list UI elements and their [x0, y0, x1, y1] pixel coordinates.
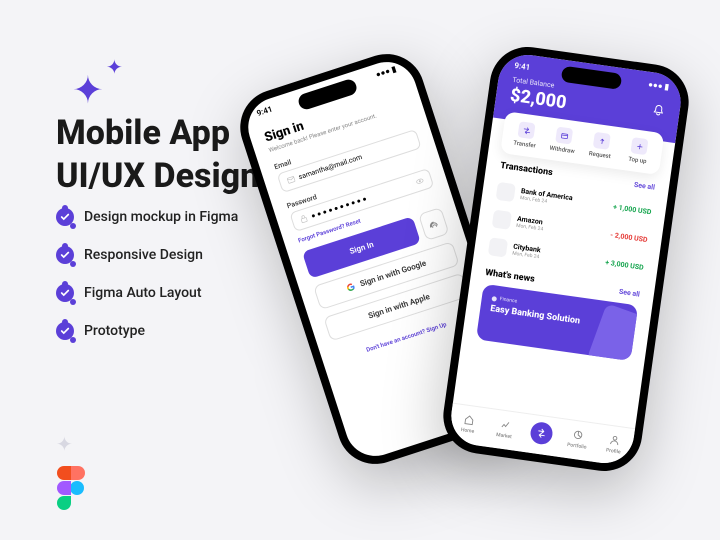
- portfolio-icon: [571, 427, 587, 443]
- nav-label: Home: [449, 425, 486, 436]
- txn-amount: - 2,000 USD: [610, 231, 648, 244]
- status-icons: ●●● ▮: [648, 80, 670, 92]
- bottom-nav: Home Market Portfolio Profile: [447, 403, 635, 467]
- mail-icon: [286, 175, 296, 185]
- market-icon: [498, 416, 514, 432]
- feature-label: Figma Auto Layout: [84, 285, 202, 301]
- feature-item: Figma Auto Layout: [56, 284, 238, 302]
- nav-label: Market: [485, 431, 522, 442]
- home-icon: [461, 411, 477, 427]
- lock-icon: [299, 214, 309, 224]
- request-icon: [593, 132, 611, 150]
- nav-profile[interactable]: Profile: [594, 430, 634, 459]
- action-topup[interactable]: Top up: [618, 136, 659, 167]
- biometric-button[interactable]: [418, 207, 449, 241]
- merchant-icon: [488, 237, 508, 257]
- action-label: Withdraw: [543, 144, 582, 156]
- check-badge-icon: [56, 246, 74, 264]
- action-label: Transfer: [505, 139, 544, 151]
- apple-button-label: Sign in with Apple: [367, 292, 431, 320]
- feature-item: Design mockup in Figma: [56, 208, 238, 226]
- signup-link[interactable]: Sign Up: [426, 321, 448, 334]
- figma-logo-icon: [56, 466, 86, 510]
- check-badge-icon: [56, 322, 74, 340]
- bell-icon[interactable]: [651, 103, 667, 119]
- profile-icon: [607, 432, 623, 448]
- feature-list: Design mockup in Figma Responsive Design…: [56, 208, 238, 360]
- transfer-icon: [517, 121, 535, 139]
- action-withdraw[interactable]: Withdraw: [543, 125, 584, 156]
- phone-mockup-dashboard: 9:41 ●●● ▮ Total Balance $2,000 Transfer…: [438, 42, 693, 476]
- nav-center[interactable]: [521, 420, 561, 449]
- feature-label: Design mockup in Figma: [84, 209, 238, 225]
- page-title: Mobile App UI/UX Design: [56, 112, 259, 197]
- nav-label: Portfolio: [558, 441, 595, 452]
- google-button-label: Sign in with Google: [359, 259, 427, 289]
- reset-link[interactable]: Reset: [345, 218, 362, 229]
- sparkle-icon: ✦: [72, 68, 104, 113]
- seeall-link[interactable]: See all: [618, 288, 640, 299]
- google-icon: [346, 281, 357, 292]
- phone-mockups: 9:41 ●●● ▮ Sign in Welcome back! Please …: [296, 44, 696, 504]
- topup-icon: [630, 137, 648, 155]
- action-request[interactable]: Request: [580, 130, 621, 161]
- news-title: What's news: [485, 268, 536, 285]
- nav-home[interactable]: Home: [449, 410, 489, 439]
- transactions-title: Transactions: [500, 161, 554, 178]
- merchant-icon: [492, 210, 512, 230]
- txn-amount: + 1,000 USD: [613, 203, 652, 216]
- nav-label: Profile: [595, 446, 632, 457]
- feature-item: Responsive Design: [56, 246, 238, 264]
- feature-label: Responsive Design: [84, 247, 203, 263]
- status-time: 9:41: [514, 61, 531, 72]
- withdraw-icon: [555, 127, 573, 145]
- action-label: Request: [580, 149, 619, 161]
- heading-line: Mobile App: [56, 113, 230, 153]
- action-transfer[interactable]: Transfer: [505, 120, 546, 151]
- eye-icon[interactable]: [415, 176, 425, 186]
- merchant-icon: [496, 182, 516, 202]
- check-badge-icon: [56, 284, 74, 302]
- signup-text: Don't have an account?: [365, 328, 427, 354]
- sparkle-icon: ✦: [106, 55, 123, 79]
- heading-line: UI/UX Design: [56, 156, 259, 196]
- nav-portfolio[interactable]: Portfolio: [558, 425, 598, 454]
- nav-market[interactable]: Market: [485, 415, 525, 444]
- sparkle-icon: ✦: [56, 432, 73, 456]
- swap-icon: [529, 421, 554, 446]
- check-badge-icon: [56, 208, 74, 226]
- feature-label: Prototype: [84, 323, 145, 339]
- action-label: Top up: [618, 154, 657, 166]
- txn-amount: + 3,000 USD: [605, 259, 644, 272]
- seeall-link[interactable]: See all: [633, 181, 655, 192]
- fingerprint-icon: [426, 216, 441, 231]
- feature-item: Prototype: [56, 322, 238, 340]
